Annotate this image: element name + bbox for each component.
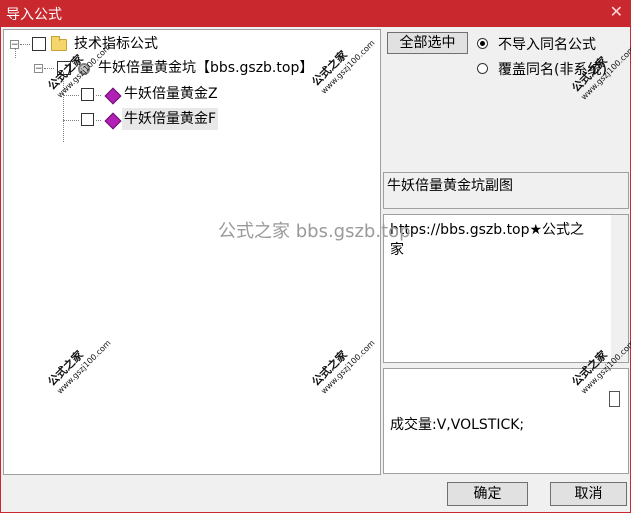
folder-icon bbox=[51, 36, 67, 51]
tree-item[interactable]: 牛妖倍量黄金F bbox=[4, 107, 304, 130]
tree-node-root[interactable]: − 技术指标公式 bbox=[4, 33, 304, 55]
item-checkbox[interactable] bbox=[81, 113, 94, 126]
title-bar: 导入公式 ✕ bbox=[0, 0, 631, 27]
description-textarea[interactable]: https://bbs.gszb.top★公式之 家 bbox=[383, 214, 629, 363]
code-text: 成交量:V,VOLSTICK; bbox=[390, 417, 525, 433]
tree-node-group[interactable]: − 牛妖倍量黄金坑【bbs.gszb.top】 bbox=[4, 57, 382, 79]
tree-connector bbox=[63, 120, 79, 121]
tree-root-label[interactable]: 技术指标公式 bbox=[74, 33, 158, 55]
select-all-button[interactable]: 全部选中 bbox=[387, 32, 468, 54]
gear-icon bbox=[78, 63, 90, 75]
cancel-button[interactable]: 取消 bbox=[550, 482, 627, 506]
tree-connector bbox=[96, 95, 101, 96]
ok-button[interactable]: 确定 bbox=[447, 482, 528, 506]
scrollbar[interactable] bbox=[611, 215, 628, 362]
description-line-2: 家 bbox=[390, 242, 404, 258]
formula-name-box: 牛妖倍量黄金坑副图 bbox=[383, 172, 629, 209]
item-checkbox[interactable] bbox=[81, 88, 94, 101]
tree-item-label[interactable]: 牛妖倍量黄金Z bbox=[124, 83, 218, 105]
formula-tree[interactable]: − 技术指标公式 − 牛妖倍量黄金坑【bbs.gszb.top】 牛妖倍量黄金Z bbox=[3, 29, 381, 475]
radio-skip-duplicates[interactable] bbox=[477, 38, 488, 49]
scroll-thumb[interactable] bbox=[609, 391, 620, 407]
collapse-icon[interactable]: − bbox=[34, 64, 43, 74]
root-checkbox[interactable] bbox=[32, 37, 46, 51]
tree-connector bbox=[20, 44, 30, 45]
tree-connector bbox=[44, 68, 54, 69]
formula-icon bbox=[104, 87, 122, 105]
radio-skip-duplicates-label[interactable]: 不导入同名公式 bbox=[498, 34, 596, 54]
tree-connector bbox=[96, 120, 101, 121]
tree-item[interactable]: 牛妖倍量黄金Z bbox=[4, 82, 304, 105]
tree-group-label[interactable]: 牛妖倍量黄金坑【bbs.gszb.top】 bbox=[98, 57, 313, 79]
group-checkbox[interactable] bbox=[57, 61, 71, 75]
description-line-1: https://bbs.gszb.top★公式之 bbox=[390, 222, 585, 238]
formula-name: 牛妖倍量黄金坑副图 bbox=[387, 178, 513, 194]
close-icon[interactable]: ✕ bbox=[610, 2, 623, 21]
formula-icon bbox=[104, 112, 122, 130]
tree-item-label[interactable]: 牛妖倍量黄金F bbox=[122, 108, 219, 130]
window-title: 导入公式 bbox=[6, 7, 62, 23]
tree-connector bbox=[63, 95, 79, 96]
dialog-body: − 技术指标公式 − 牛妖倍量黄金坑【bbs.gszb.top】 牛妖倍量黄金Z bbox=[0, 27, 631, 513]
radio-overwrite[interactable] bbox=[477, 63, 488, 74]
radio-overwrite-label[interactable]: 覆盖同名(非系统) bbox=[498, 59, 607, 79]
code-textarea[interactable]: 成交量:V,VOLSTICK; bbox=[383, 368, 629, 474]
